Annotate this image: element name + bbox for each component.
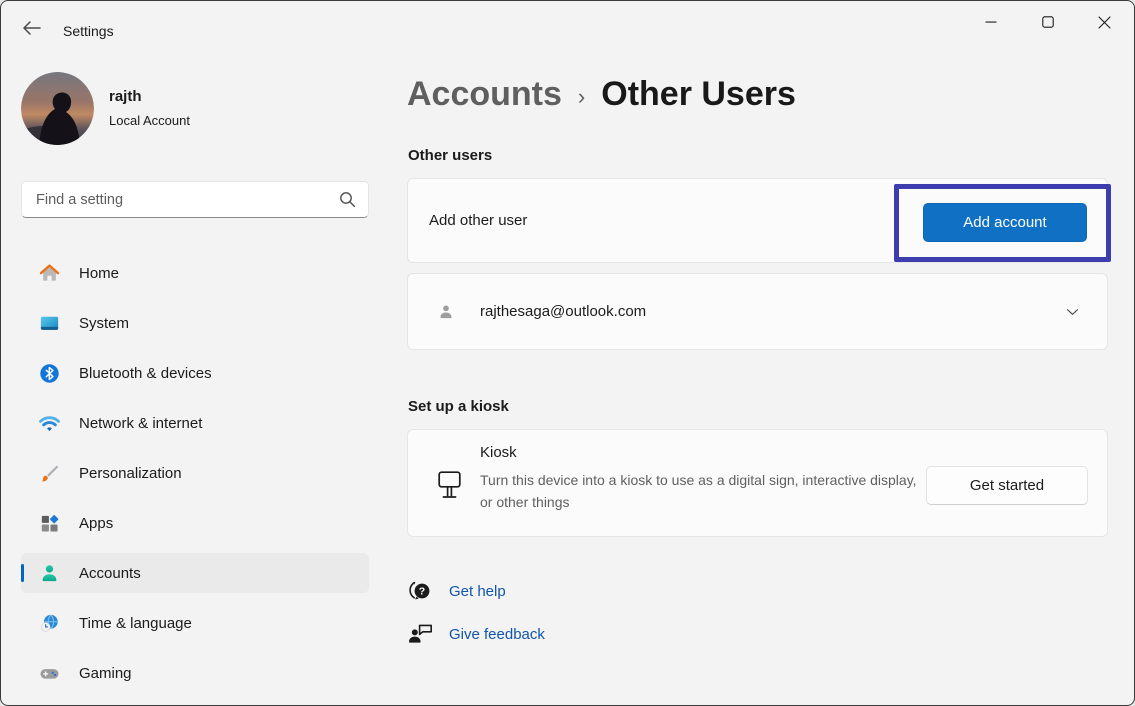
time-language-icon — [37, 611, 61, 635]
kiosk-card: Kiosk Turn this device into a kiosk to u… — [407, 429, 1108, 537]
get-help-icon: ? — [407, 578, 437, 604]
breadcrumb-accounts[interactable]: Accounts — [407, 75, 562, 114]
sidebar-item-label: Apps — [79, 515, 113, 532]
back-arrow-icon — [22, 20, 42, 36]
give-feedback-icon — [407, 621, 437, 647]
titlebar: Settings — [1, 1, 1134, 49]
search-input[interactable] — [22, 192, 339, 208]
account-row[interactable]: rajthesaga@outlook.com — [407, 273, 1108, 350]
sidebar-item-gaming[interactable]: Gaming — [21, 653, 369, 693]
get-help-row[interactable]: ? Get help — [407, 578, 506, 604]
get-started-button[interactable]: Get started — [926, 466, 1088, 505]
breadcrumb-separator: › — [578, 84, 585, 110]
search-icon[interactable] — [339, 191, 356, 208]
gaming-icon — [37, 661, 61, 685]
app-title: Settings — [63, 23, 114, 39]
window-controls — [962, 2, 1133, 42]
sidebar-item-home[interactable]: Home — [21, 253, 369, 293]
sidebar-item-label: Time & language — [79, 615, 192, 632]
sidebar-item-accounts[interactable]: Accounts — [21, 553, 369, 593]
minimize-icon — [985, 16, 997, 28]
breadcrumb: Accounts › Other Users — [407, 75, 796, 114]
sidebar-nav: Home System — [11, 253, 379, 703]
sidebar-item-network-internet[interactable]: Network & internet — [21, 403, 369, 443]
apps-icon — [37, 511, 61, 535]
give-feedback-row[interactable]: Give feedback — [407, 621, 545, 647]
kiosk-section-heading: Set up a kiosk — [408, 398, 509, 415]
sidebar-item-label: Bluetooth & devices — [79, 365, 212, 382]
avatar-image — [21, 72, 94, 145]
add-other-user-label: Add other user — [429, 179, 527, 262]
kiosk-icon — [436, 470, 463, 505]
close-button[interactable] — [1076, 2, 1133, 42]
sidebar-item-label: Home — [79, 265, 119, 282]
profile-name: rajth — [109, 88, 142, 105]
kiosk-title: Kiosk — [480, 444, 517, 461]
system-icon — [37, 311, 61, 335]
settings-window: Settings — [0, 0, 1135, 706]
sidebar-item-time-language[interactable]: Time & language — [21, 603, 369, 643]
home-icon — [37, 261, 61, 285]
account-email: rajthesaga@outlook.com — [480, 274, 646, 349]
sidebar-item-personalization[interactable]: Personalization — [21, 453, 369, 493]
back-button[interactable] — [15, 15, 49, 41]
profile-account-type: Local Account — [109, 113, 190, 128]
close-icon — [1098, 16, 1111, 29]
minimize-button[interactable] — [962, 2, 1019, 42]
give-feedback-link[interactable]: Give feedback — [449, 626, 545, 643]
sidebar-item-label: Personalization — [79, 465, 182, 482]
kiosk-description: Turn this device into a kiosk to use as … — [480, 469, 925, 513]
accounts-icon — [37, 561, 61, 585]
user-avatar[interactable] — [21, 72, 94, 145]
sidebar-item-label: System — [79, 315, 129, 332]
page-title: Other Users — [601, 75, 796, 114]
chevron-down-icon[interactable] — [1064, 274, 1081, 349]
maximize-button[interactable] — [1019, 2, 1076, 42]
svg-text:?: ? — [419, 586, 425, 598]
sidebar-item-system[interactable]: System — [21, 303, 369, 343]
get-help-link[interactable]: Get help — [449, 583, 506, 600]
sidebar-item-label: Accounts — [79, 565, 141, 582]
bluetooth-icon — [37, 361, 61, 385]
maximize-icon — [1042, 16, 1054, 28]
personalization-icon — [37, 461, 61, 485]
person-icon — [436, 274, 456, 349]
sidebar-item-label: Network & internet — [79, 415, 202, 432]
search-box[interactable] — [21, 181, 369, 218]
other-users-heading: Other users — [408, 147, 492, 164]
add-account-button[interactable]: Add account — [923, 203, 1087, 242]
sidebar-item-label: Gaming — [79, 665, 132, 682]
sidebar-item-apps[interactable]: Apps — [21, 503, 369, 543]
sidebar-item-bluetooth-devices[interactable]: Bluetooth & devices — [21, 353, 369, 393]
network-icon — [37, 411, 61, 435]
